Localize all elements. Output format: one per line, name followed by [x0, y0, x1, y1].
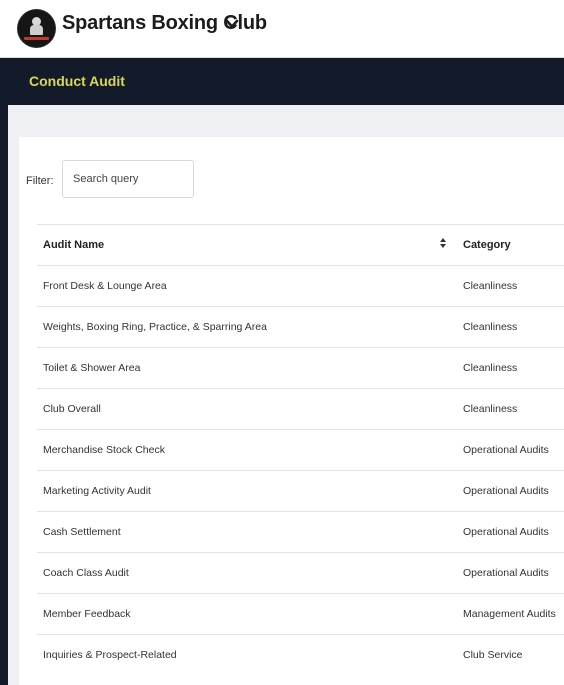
- column-header-audit-name[interactable]: Audit Name: [37, 224, 456, 266]
- audit-name-cell[interactable]: Weights, Boxing Ring, Practice, & Sparri…: [37, 306, 456, 348]
- category-cell: Cleanliness: [456, 347, 564, 389]
- category-cell: Management Audits: [456, 593, 564, 635]
- page-header: Conduct Audit: [0, 58, 564, 105]
- table-row[interactable]: Marketing Activity Audit Operational Aud…: [37, 470, 564, 512]
- top-bar: Spartans Boxing Club: [0, 0, 564, 58]
- audit-name-cell[interactable]: Inquiries & Prospect-Related: [37, 634, 456, 676]
- category-cell: Operational Audits: [456, 552, 564, 594]
- audit-name-cell[interactable]: Toilet & Shower Area: [37, 347, 456, 389]
- audit-name-cell[interactable]: Front Desk & Lounge Area: [37, 265, 456, 307]
- column-header-label: Audit Name: [43, 239, 105, 251]
- audit-name-cell[interactable]: Marketing Activity Audit: [37, 470, 456, 512]
- club-logo[interactable]: [18, 10, 55, 47]
- table-row[interactable]: Front Desk & Lounge Area Cleanliness: [37, 265, 564, 307]
- column-header-category[interactable]: Category: [456, 224, 564, 266]
- table-row[interactable]: Cash Settlement Operational Audits: [37, 511, 564, 553]
- logo-wordmark: [24, 37, 49, 40]
- table-header-row: Audit Name Category: [37, 224, 564, 266]
- category-cell: Cleanliness: [456, 265, 564, 307]
- audit-name-cell[interactable]: Coach Class Audit: [37, 552, 456, 594]
- audit-name-cell[interactable]: Club Overall: [37, 388, 456, 430]
- table-row[interactable]: Toilet & Shower Area Cleanliness: [37, 347, 564, 389]
- table-row[interactable]: Coach Class Audit Operational Audits: [37, 552, 564, 594]
- audit-table: Audit Name Category Front Desk & Lounge …: [37, 224, 564, 676]
- audit-name-cell[interactable]: Cash Settlement: [37, 511, 456, 553]
- column-header-label: Category: [463, 239, 511, 251]
- category-cell: Cleanliness: [456, 306, 564, 348]
- category-cell: Operational Audits: [456, 470, 564, 512]
- table-row[interactable]: Weights, Boxing Ring, Practice, & Sparri…: [37, 306, 564, 348]
- left-edge-bar: [0, 105, 8, 685]
- category-cell: Cleanliness: [456, 388, 564, 430]
- category-cell: Operational Audits: [456, 511, 564, 553]
- search-input[interactable]: [62, 160, 194, 198]
- page-title: Conduct Audit: [29, 73, 125, 89]
- table-row[interactable]: Inquiries & Prospect-Related Club Servic…: [37, 634, 564, 676]
- table-row[interactable]: Member Feedback Management Audits: [37, 593, 564, 635]
- audit-name-cell[interactable]: Merchandise Stock Check: [37, 429, 456, 471]
- logo-figure-body: [30, 25, 43, 35]
- table-row[interactable]: Merchandise Stock Check Operational Audi…: [37, 429, 564, 471]
- sort-icon[interactable]: [439, 237, 447, 249]
- chevron-down-icon[interactable]: [224, 16, 240, 32]
- audit-name-cell[interactable]: Member Feedback: [37, 593, 456, 635]
- category-cell: Operational Audits: [456, 429, 564, 471]
- table-row[interactable]: Club Overall Cleanliness: [37, 388, 564, 430]
- category-cell: Club Service: [456, 634, 564, 676]
- filter-label: Filter:: [26, 175, 54, 187]
